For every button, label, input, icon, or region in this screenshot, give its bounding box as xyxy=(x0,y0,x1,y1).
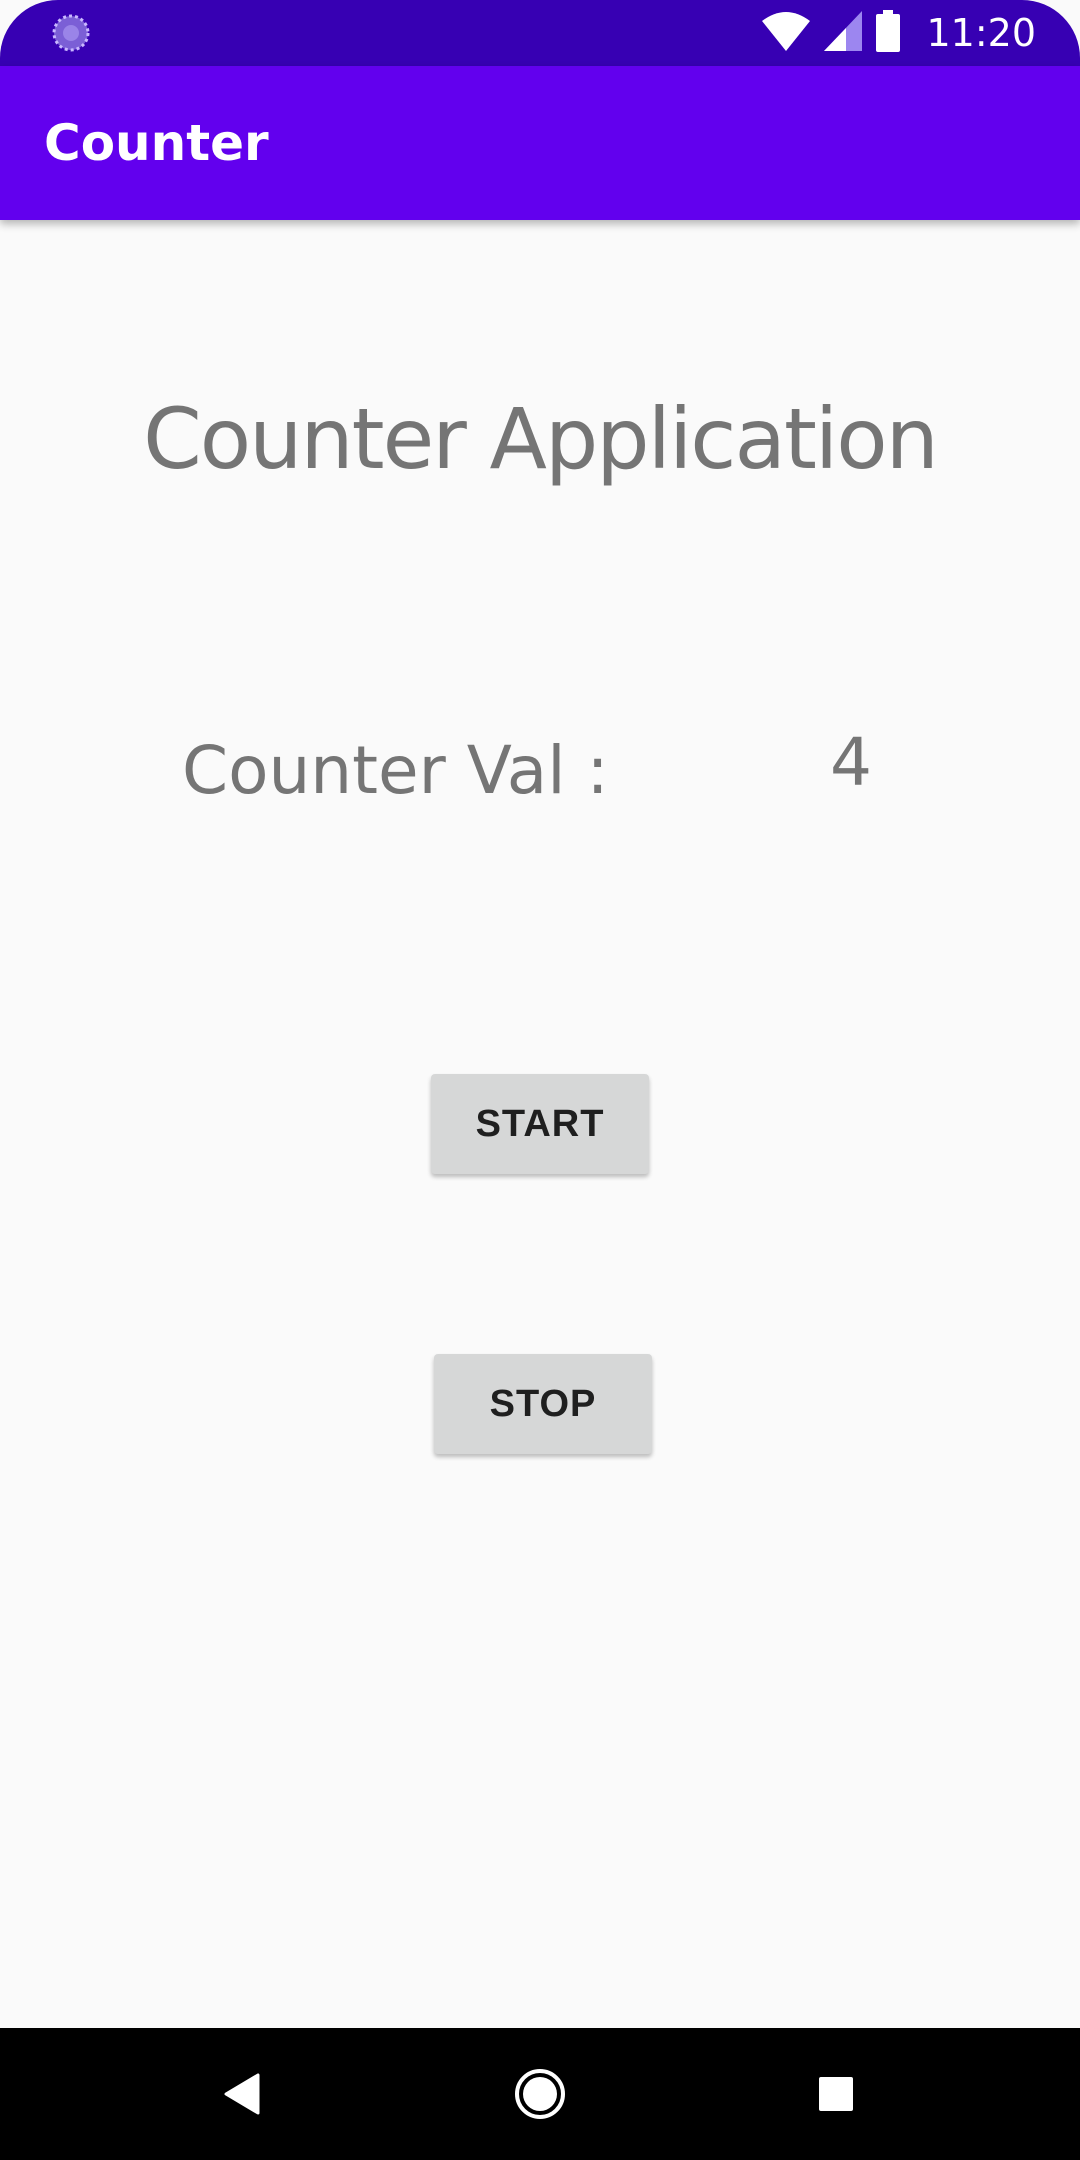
signal-icon xyxy=(824,10,863,56)
status-bar: 11:20 xyxy=(0,0,1080,66)
status-icons: 11:20 xyxy=(762,0,1036,66)
app-title: Counter xyxy=(44,114,269,172)
status-time: 11:20 xyxy=(926,11,1036,55)
back-icon[interactable] xyxy=(202,2054,282,2134)
page-heading: Counter Application xyxy=(143,390,939,488)
recents-icon[interactable] xyxy=(796,2054,876,2134)
battery-icon xyxy=(876,9,901,57)
wifi-icon xyxy=(762,11,811,56)
start-button[interactable]: START xyxy=(431,1074,649,1174)
phone-screen: 11:20 Counter Counter Application Counte… xyxy=(0,0,1080,2160)
navigation-bar xyxy=(0,2028,1080,2160)
counter-value: 4 xyxy=(830,724,872,801)
home-icon[interactable] xyxy=(500,2054,580,2134)
notification-spinner-icon xyxy=(52,14,90,52)
counter-label: Counter Val : xyxy=(182,732,609,809)
stop-button[interactable]: STOP xyxy=(434,1354,652,1454)
main-content: Counter Application Counter Val : 4 STAR… xyxy=(0,220,1080,2028)
app-bar: Counter xyxy=(0,66,1080,220)
